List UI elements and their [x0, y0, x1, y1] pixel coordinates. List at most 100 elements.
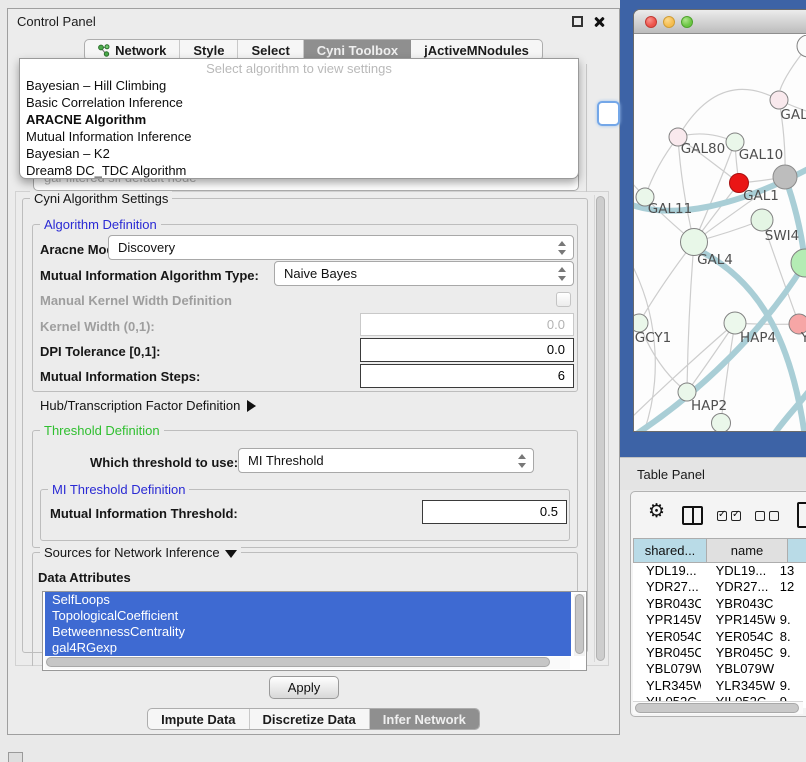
unchecked-box-icon [755, 511, 765, 521]
data-attributes-list[interactable]: SelfLoopsTopologicalCoefficientBetweenne… [42, 591, 587, 671]
attribute-item[interactable]: gal4RGexp [45, 640, 571, 656]
table-cell: YER054C [633, 629, 701, 645]
node-label: GAL [780, 107, 806, 123]
tab-select[interactable]: Select [238, 40, 303, 60]
tab-infer-network[interactable]: Infer Network [370, 709, 479, 729]
table-panel-header: Table Panel [620, 457, 806, 490]
list-vscroll-thumb[interactable] [575, 594, 584, 654]
data-attributes-label: Data Attributes [38, 570, 131, 585]
aracne-mode-value: Discovery [118, 240, 175, 255]
window-close-icon[interactable] [645, 16, 657, 28]
close-panel-icon[interactable] [593, 16, 605, 28]
settings-scrollbar-thumb[interactable] [596, 196, 605, 661]
table-row[interactable]: YDR27...YDR27...12 [633, 579, 806, 595]
column-header[interactable] [788, 538, 806, 563]
tab-impute-data[interactable]: Impute Data [148, 709, 249, 729]
select-all-checkboxes-icon[interactable] [717, 511, 741, 521]
table-cell: YDR27... [701, 579, 775, 595]
float-window-icon[interactable] [572, 16, 583, 27]
table-row[interactable]: YLR345WYLR345W9. [633, 678, 806, 694]
attribute-item[interactable]: SelfLoops [45, 592, 571, 608]
network-edge[interactable] [639, 242, 694, 323]
table-cell: YBL079W [701, 661, 775, 677]
algorithm-option[interactable]: ARACNE Algorithm [20, 111, 578, 128]
table-cell: 13 [775, 563, 806, 579]
network-node[interactable] [791, 249, 806, 277]
tab-network[interactable]: Network [85, 40, 180, 60]
algorithm-option[interactable]: Basic Correlation Inference [20, 94, 578, 111]
algorithm-option[interactable]: Dream8 DC_TDC Algorithm [20, 162, 578, 179]
network-edge[interactable] [687, 242, 694, 392]
list-vertical-scrollbar[interactable] [574, 594, 585, 656]
table-cell: YLR345W [701, 678, 775, 694]
network-node[interactable] [712, 414, 731, 433]
table-cell: YER054C [701, 629, 775, 645]
network-node[interactable] [797, 35, 806, 57]
table-hscroll-thumb[interactable] [635, 703, 799, 713]
apply-button[interactable]: Apply [269, 676, 339, 699]
list-horizontal-scrollbar[interactable] [45, 657, 570, 669]
dpi-tolerance-field[interactable]: 0.0 [360, 338, 574, 362]
mi-steps-field[interactable]: 6 [360, 364, 574, 388]
table-row[interactable]: YBL079WYBL079W [633, 661, 806, 677]
node-label: HAP2 [691, 398, 727, 414]
column-header[interactable]: name [707, 538, 788, 563]
window-zoom-icon[interactable] [681, 16, 693, 28]
which-threshold-select[interactable]: MI Threshold [238, 448, 534, 473]
table-cell: YBL079W [633, 661, 701, 677]
hub-definition-expander[interactable]: Hub/Transcription Factor Definition [40, 398, 256, 413]
network-canvas[interactable]: GALGAL80GAL10GAL1GAL11SWI4GAL4GCY1HAP4YH… [634, 35, 806, 431]
tab-discretize-data[interactable]: Discretize Data [250, 709, 370, 729]
network-graph[interactable]: GALGAL80GAL10GAL1GAL11SWI4GAL4GCY1HAP4YH… [634, 35, 806, 432]
network-edge[interactable] [645, 137, 678, 197]
algorithm-option[interactable]: Mutual Information Inference [20, 128, 578, 145]
algorithm-option[interactable]: Bayesian – Hill Climbing [20, 77, 578, 94]
attribute-item[interactable]: TopologicalCoefficient [45, 608, 571, 624]
checked-box-icon [731, 511, 741, 521]
table-row[interactable]: YBR043CYBR043C [633, 596, 806, 612]
table-cell: 9. [775, 612, 806, 628]
deselect-all-checkboxes-icon[interactable] [755, 511, 779, 521]
tab-label: Discretize Data [263, 712, 356, 727]
network-edge[interactable] [678, 89, 779, 137]
settings-scrollbar[interactable] [594, 195, 606, 662]
table-cell [775, 596, 806, 612]
which-threshold-label: Which threshold to use: [90, 455, 238, 470]
list-hscroll-thumb[interactable] [46, 657, 550, 667]
collapse-arrow-icon[interactable] [225, 550, 237, 558]
tab-cyni-toolbox[interactable]: Cyni Toolbox [304, 40, 411, 60]
manual-kernel-checkbox[interactable] [556, 292, 571, 307]
network-node[interactable] [773, 165, 797, 189]
hub-definition-label: Hub/Transcription Factor Definition [40, 398, 240, 413]
kernel-width-field[interactable]: 0.0 [360, 313, 574, 336]
mi-type-select[interactable]: Naive Bayes [274, 261, 574, 286]
network-edge[interactable] [634, 265, 655, 432]
aracne-mode-select[interactable]: Discovery [108, 235, 574, 260]
document-icon[interactable] [797, 502, 806, 528]
table-cell: YDR27... [633, 579, 701, 595]
column-header[interactable]: shared... [633, 538, 707, 563]
algorithm-placeholder: Select algorithm to view settings [20, 60, 578, 77]
tab-jactivemnodules[interactable]: jActiveMNodules [411, 40, 542, 60]
tab-label: Infer Network [383, 712, 466, 727]
tab-style[interactable]: Style [180, 40, 238, 60]
bottom-tabs: Impute Data Discretize Data Infer Network [8, 708, 619, 730]
attribute-item[interactable]: BetweennessCentrality [45, 624, 571, 640]
docked-widget-chip[interactable] [8, 752, 23, 762]
network-icon [98, 44, 110, 57]
algorithm-option[interactable]: Bayesian – K2 [20, 145, 578, 162]
table-horizontal-scrollbar[interactable] [633, 701, 803, 714]
window-minimize-icon[interactable] [663, 16, 675, 28]
table-row[interactable]: YPR145WYPR145W9. [633, 612, 806, 628]
expander-arrow-icon [247, 400, 256, 412]
mi-threshold-field[interactable]: 0.5 [422, 500, 567, 524]
node-label: GAL11 [648, 201, 692, 217]
table-row[interactable]: YBR045CYBR045C9. [633, 645, 806, 661]
table-row[interactable]: YER054CYER054C8. [633, 629, 806, 645]
gear-icon[interactable]: ⚙ [648, 500, 665, 523]
tab-label: Impute Data [161, 712, 235, 727]
node-label: Y [800, 330, 806, 346]
split-columns-icon[interactable] [682, 506, 703, 525]
focused-combo-end[interactable] [597, 101, 620, 126]
table-row[interactable]: YDL19...YDL19...13 [633, 563, 806, 579]
